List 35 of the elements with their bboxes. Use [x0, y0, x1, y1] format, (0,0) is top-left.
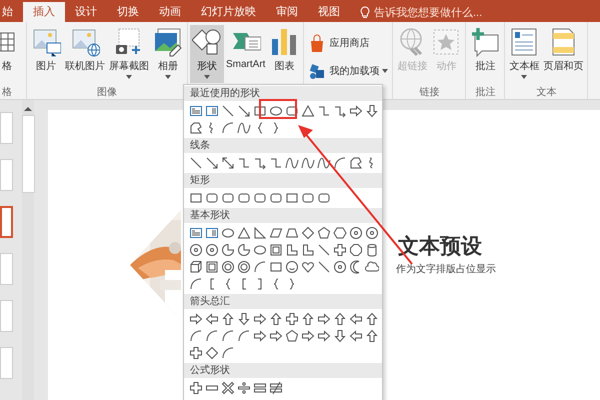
slide-title: 文本预设	[398, 234, 482, 260]
ribbon-button[interactable]: 联机图片	[63, 25, 107, 83]
section-header: 基本形状	[184, 208, 382, 223]
ribbon-button[interactable]: 图表	[267, 25, 302, 83]
ribbon-tab[interactable]: 切换	[107, 2, 149, 22]
ribbon-button[interactable]: 文本框	[507, 25, 542, 83]
ribbon-button[interactable]: 屏幕截图	[107, 25, 151, 83]
section-header: 公式形状	[184, 363, 382, 378]
ribbon-button[interactable]: 格	[0, 25, 24, 83]
ribbon-tab[interactable]: 幻灯片放映	[191, 2, 266, 22]
group-label: 图像	[96, 86, 118, 99]
ribbon-tab[interactable]: 插入	[23, 2, 65, 22]
ribbon-button[interactable]: 形状	[190, 25, 224, 83]
group-label: 格	[1, 86, 13, 99]
ribbon-button[interactable]: 页眉和页	[541, 25, 586, 83]
ribbon-tab[interactable]: 动画	[149, 2, 191, 22]
group-label: 批注	[474, 86, 496, 99]
section-header: 箭头总汇	[184, 294, 382, 309]
ribbon-tab[interactable]: 始	[0, 2, 23, 22]
group-label: 链接	[418, 86, 440, 99]
slide-subtitle: 作为文字排版占位显示	[396, 262, 496, 276]
ribbon-button[interactable]: 应用商店	[306, 33, 390, 53]
ribbon-button[interactable]: 批注	[468, 25, 502, 83]
ribbon-tab[interactable]: 审阅	[266, 2, 308, 22]
section-header: 最近使用的形状	[184, 86, 382, 101]
ribbon-tab[interactable]: 视图	[308, 2, 350, 22]
tell-me-field[interactable]: 告诉我您想要做什么...	[360, 2, 482, 22]
group-label: 文本	[535, 86, 558, 99]
ribbon-button[interactable]: 我的加载项	[306, 61, 390, 81]
section-header: 矩形	[184, 173, 382, 188]
ribbon-button[interactable]: 图片	[29, 25, 63, 83]
section-header: 线条	[184, 138, 382, 153]
ribbon-button[interactable]: SmartArt	[224, 25, 268, 83]
ribbon-button[interactable]: 相册	[151, 25, 185, 83]
ribbon-tab[interactable]: 设计	[65, 2, 107, 22]
